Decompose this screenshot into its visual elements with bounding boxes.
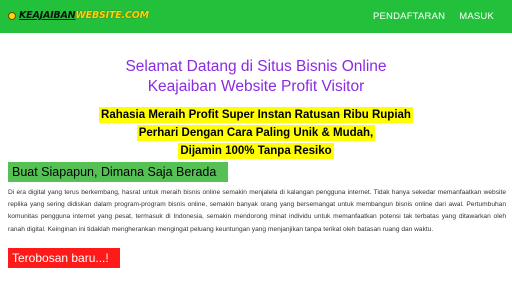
site-logo[interactable]: KEAJAIBANWEBSITE.COM [8, 5, 149, 27]
nav-link-pendaftaran[interactable]: PENDAFTARAN [373, 11, 445, 22]
hero-heading-line1: Selamat Datang di Situs Bisnis Online [125, 58, 387, 75]
promo-line-1: Rahasia Meraih Profit Super Instan Ratus… [99, 107, 413, 123]
hero-heading: Selamat Datang di Situs Bisnis Online Ke… [0, 57, 512, 97]
promo-block: Rahasia Meraih Profit Super Instan Ratus… [0, 105, 512, 159]
section-title: Buat Siapapun, Dimana Saja Berada [8, 162, 228, 182]
top-navbar: KEAJAIBANWEBSITE.COM PENDAFTARAN MASUK [0, 0, 512, 33]
logo-star-icon [8, 12, 16, 20]
promo-line-3: Dijamin 100% Tanpa Resiko [178, 143, 334, 159]
section-paragraph: Di era digital yang terus berkembang, ha… [8, 189, 506, 233]
nav-links: PENDAFTARAN MASUK [373, 0, 494, 33]
hero-heading-line2: Keajaiban Website Profit Visitor [147, 78, 365, 95]
promo-line-2: Perhari Dengan Cara Paling Unik & Mudah, [136, 125, 376, 141]
nav-link-masuk[interactable]: MASUK [459, 11, 494, 22]
breakthrough-title: Terobosan baru...! [8, 248, 120, 268]
logo-text: KEAJAIBANWEBSITE.COM [19, 10, 149, 21]
